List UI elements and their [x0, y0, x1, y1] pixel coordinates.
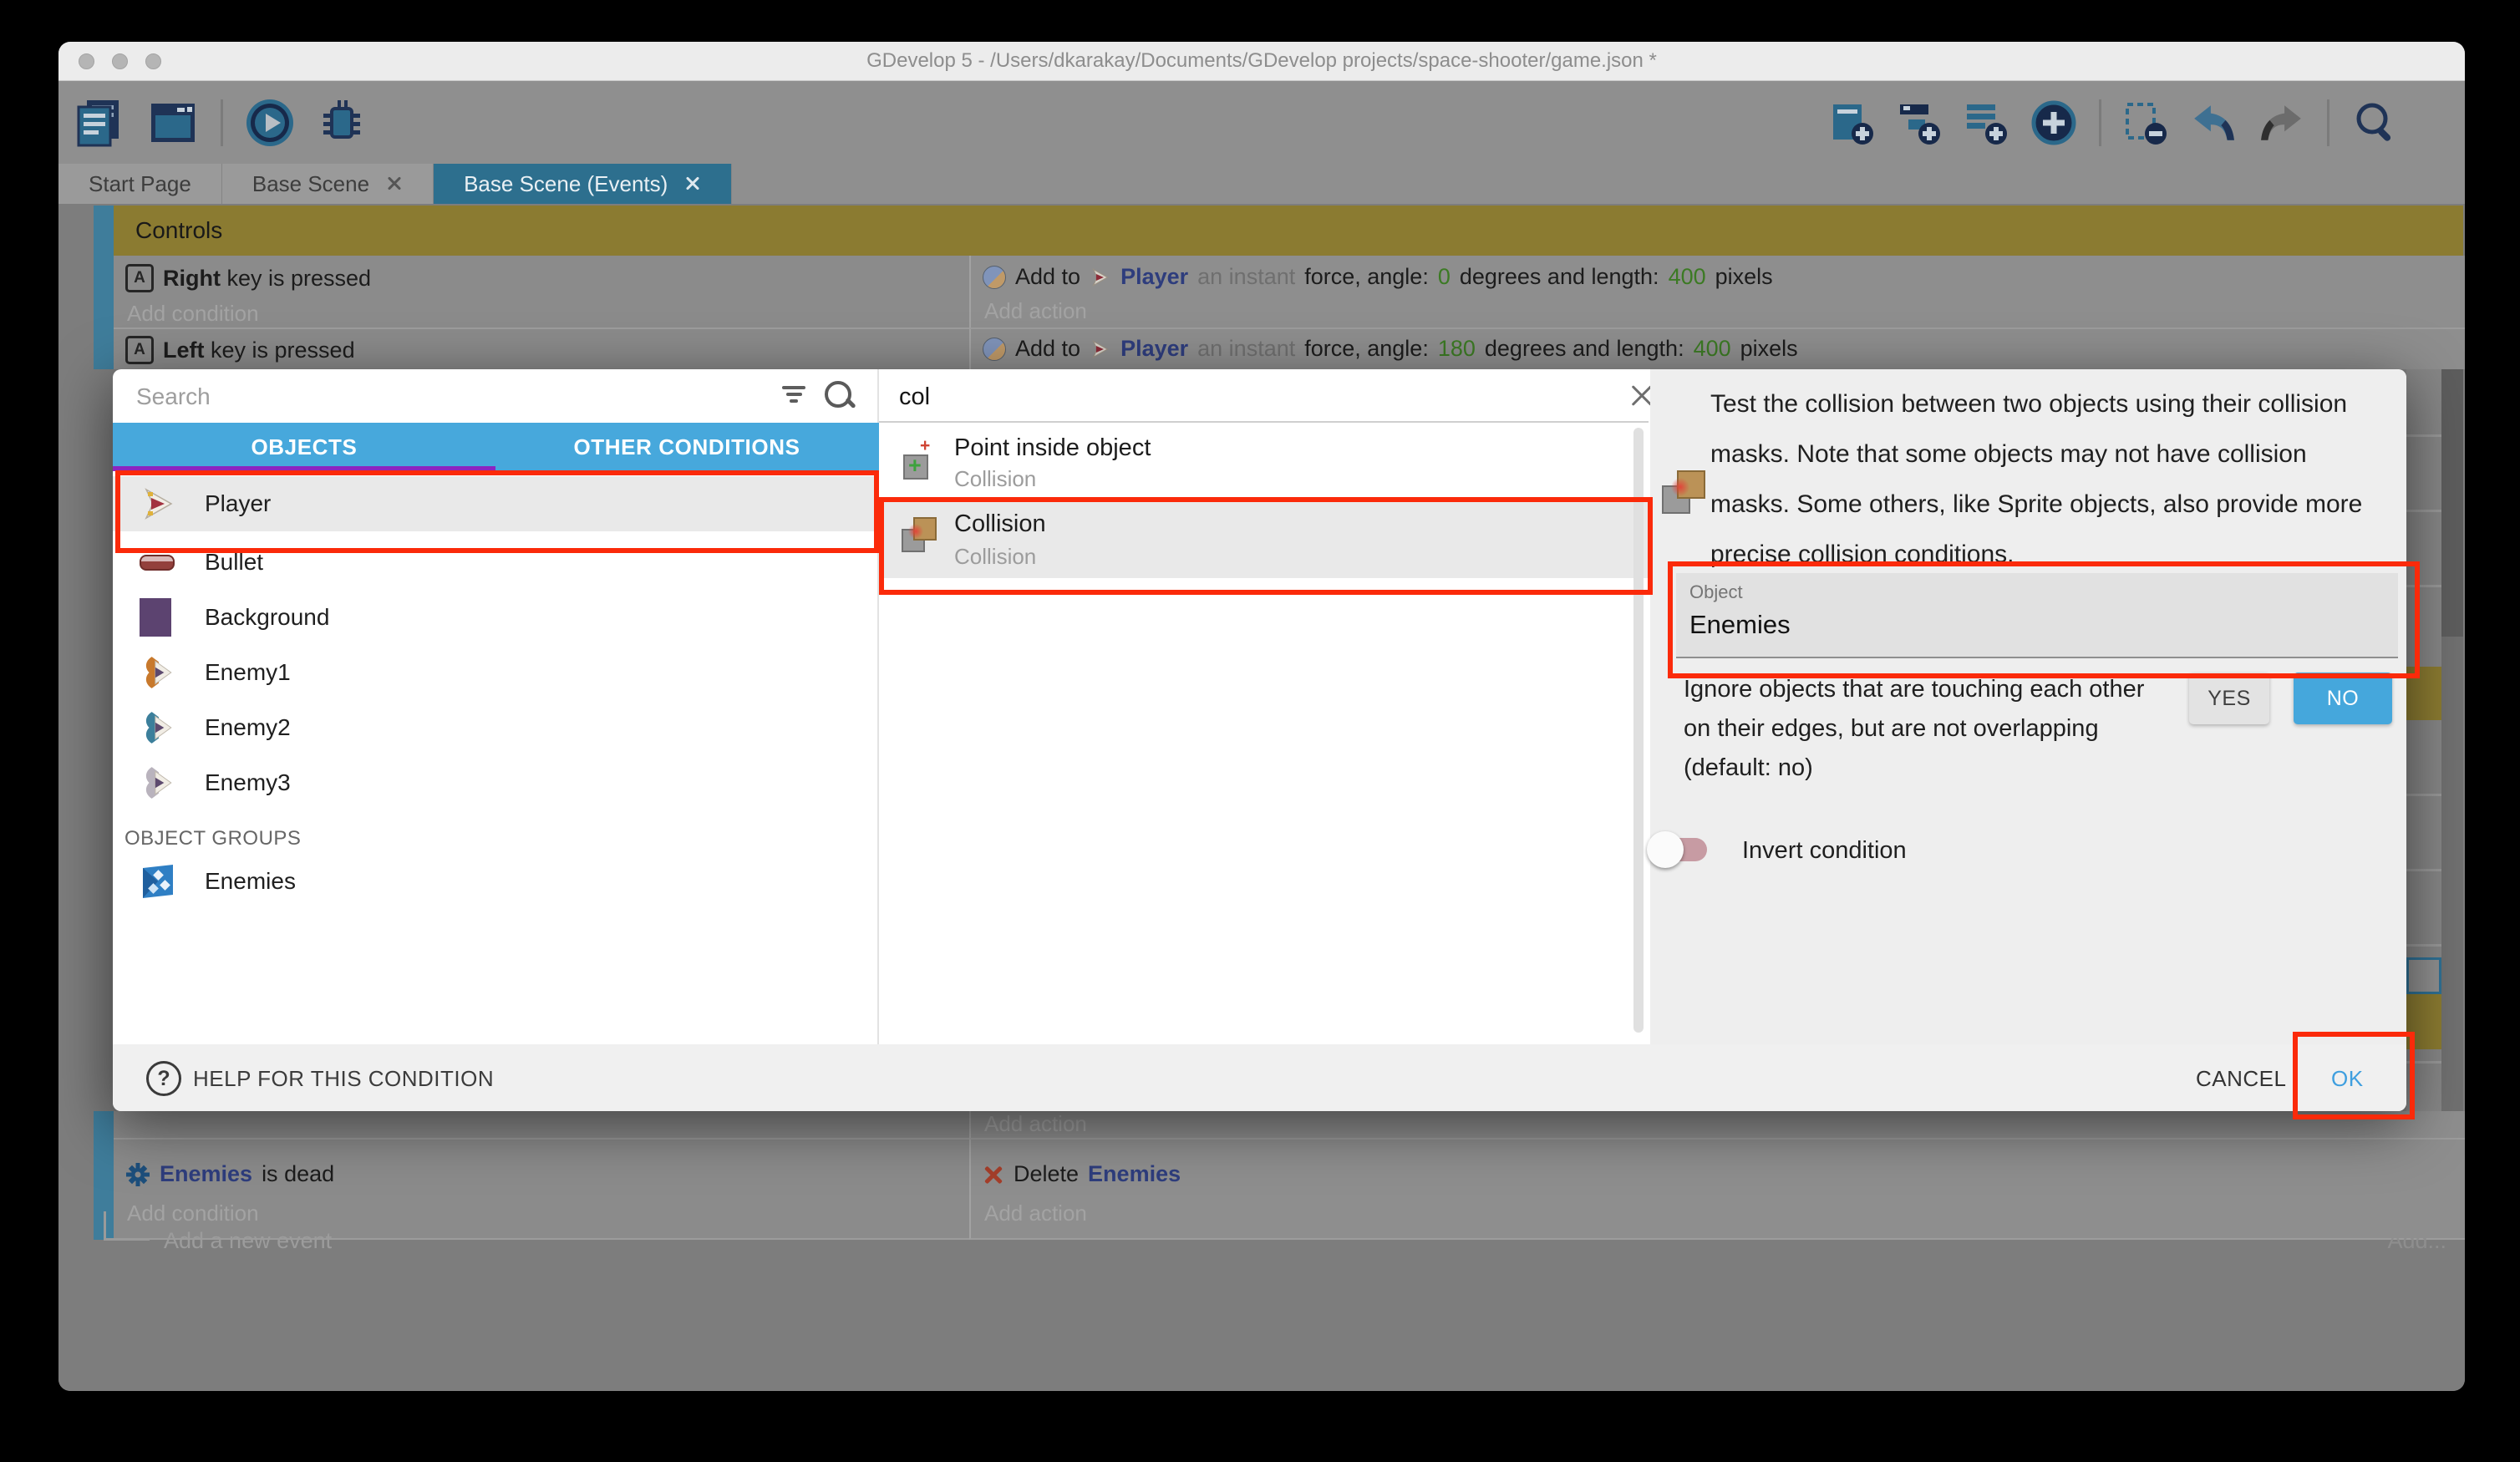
event-drag-handle[interactable] [94, 329, 114, 369]
force-icon [983, 266, 1006, 289]
search-underline [879, 421, 1649, 423]
object-item-background[interactable]: Background [113, 590, 877, 645]
enemy3-icon [140, 764, 176, 801]
condition-search-input[interactable] [897, 378, 1486, 416]
debug-icon[interactable] [317, 99, 365, 147]
event-actions-cell[interactable]: Add to Player an instant force, angle: 0… [969, 256, 2465, 329]
scrollbar-thumb[interactable] [2441, 369, 2463, 637]
undo-icon[interactable] [2190, 102, 2237, 144]
event-conditions-cell[interactable]: A Right key is pressed Add condition [114, 256, 969, 329]
add-subevent-icon[interactable] [1897, 99, 1942, 146]
screenshot-root: GDevelop 5 - /Users/dkarakay/Documents/G… [0, 0, 2520, 1462]
delete-action-icon [983, 1164, 1004, 1185]
object-item-enemy1[interactable]: Enemy1 [113, 645, 877, 700]
dialog-footer: ? HELP FOR THIS CONDITION CANCEL OK [113, 1044, 2406, 1111]
search-input[interactable] [135, 378, 673, 416]
toggle-thumb[interactable] [1647, 831, 1684, 868]
bullet-icon [140, 555, 175, 571]
add-comment-icon[interactable] [1964, 99, 2009, 146]
point-inside-icon: + + [900, 441, 940, 481]
group-item-enemies[interactable]: Enemies [113, 854, 877, 909]
toolbar-separator [2099, 99, 2101, 146]
ignore-touching-text: Ignore objects that are touching each ot… [1684, 670, 2144, 788]
project-manager-icon[interactable] [74, 97, 125, 149]
add-action-link[interactable]: Add action [984, 298, 2465, 324]
event-actions-cell[interactable]: Add action [969, 1111, 2465, 1140]
collision-icon [1660, 467, 1710, 517]
toolbar-separator [2327, 99, 2329, 146]
editor-tabs: Start Page Base Scene Base Scene (Events… [58, 164, 2465, 204]
filter-icon[interactable] [781, 383, 806, 403]
annotation-collision-result [879, 497, 1653, 595]
object-dead-icon [125, 1162, 150, 1187]
search-events-icon[interactable] [2351, 99, 2398, 146]
keyboard-key-icon: A [125, 264, 154, 292]
events-behind-dialog [2406, 369, 2441, 1111]
object-item-enemy2[interactable]: Enemy2 [113, 700, 877, 755]
invert-condition-label: Invert condition [1742, 837, 1907, 865]
annotation-player-row [115, 470, 879, 553]
toolbar-separator [221, 99, 223, 146]
event-conditions-cell[interactable]: Enemies is dead Add condition [114, 1140, 969, 1240]
annotation-ok-button [2293, 1032, 2415, 1119]
scene-editor-icon[interactable] [147, 97, 199, 149]
force-icon [983, 338, 1006, 361]
add-more-link[interactable]: Add... [2387, 1228, 2446, 1254]
add-action-link[interactable]: Add action [984, 1111, 2465, 1137]
enemies-group-icon [140, 863, 176, 900]
tab-start-page[interactable]: Start Page [58, 164, 222, 204]
event-conditions-cell[interactable] [114, 1111, 969, 1140]
titlebar: GDevelop 5 - /Users/dkarakay/Documents/G… [58, 42, 2465, 81]
no-button[interactable]: NO [2294, 673, 2392, 724]
add-action-link[interactable]: Add action [984, 1201, 2465, 1226]
close-tab-icon[interactable] [684, 175, 701, 192]
add-condition-link[interactable]: Add condition [127, 1201, 969, 1226]
player-object-icon [1090, 267, 1111, 288]
tab-base-scene[interactable]: Base Scene [222, 164, 434, 204]
event-group-header[interactable]: Controls [114, 206, 2463, 256]
condition-description: Test the collision between two objects u… [1710, 379, 2391, 580]
keyboard-key-icon: A [125, 336, 154, 364]
add-new-event-link[interactable]: Add a new event [164, 1228, 332, 1254]
player-object-icon [1090, 338, 1111, 360]
add-circle-icon[interactable] [2030, 99, 2077, 146]
preview-play-icon[interactable] [245, 98, 295, 148]
event-drag-handle[interactable] [94, 206, 114, 256]
tab-base-scene-events[interactable]: Base Scene (Events) [434, 164, 732, 204]
enemy1-icon [140, 654, 176, 691]
app-window: GDevelop 5 - /Users/dkarakay/Documents/G… [58, 42, 2465, 1391]
redo-icon[interactable] [2258, 102, 2305, 144]
group-end-bracket [104, 1211, 150, 1241]
enemy2-icon [140, 709, 176, 746]
event-actions-cell[interactable]: Add to Player an instant force, angle: 1… [969, 329, 2465, 369]
add-condition-link[interactable]: Add condition [127, 301, 969, 327]
dialog-tabs: OBJECTS OTHER CONDITIONS [113, 423, 879, 471]
tab-other-conditions[interactable]: OTHER CONDITIONS [495, 423, 878, 471]
close-tab-icon[interactable] [386, 175, 403, 192]
event-drag-handle[interactable] [94, 256, 114, 329]
window-title: GDevelop 5 - /Users/dkarakay/Documents/G… [58, 42, 2465, 80]
event-actions-cell[interactable]: Delete Enemies Add action [969, 1140, 2465, 1240]
main-toolbar [58, 81, 2465, 164]
result-point-inside-object[interactable]: + + Point inside object Collision [879, 428, 1649, 497]
add-event-icon[interactable] [1830, 99, 1875, 146]
tab-objects[interactable]: OBJECTS [113, 423, 495, 471]
cancel-button[interactable]: CANCEL [2196, 1066, 2286, 1092]
group-label: Controls [135, 217, 222, 244]
search-icon[interactable] [825, 381, 851, 408]
events-scrollbar[interactable] [2441, 369, 2463, 1111]
background-icon [140, 598, 171, 637]
annotation-object-field [1668, 561, 2420, 678]
yes-button[interactable]: YES [2189, 673, 2269, 724]
delete-event-icon[interactable] [2123, 99, 2168, 146]
object-item-enemy3[interactable]: Enemy3 [113, 755, 877, 810]
object-groups-header: OBJECT GROUPS [124, 827, 301, 850]
event-drag-handle[interactable] [94, 1111, 114, 1140]
help-link[interactable]: HELP FOR THIS CONDITION [193, 1066, 494, 1092]
help-icon[interactable]: ? [146, 1061, 181, 1096]
event-conditions-cell[interactable]: A Left key is pressed [114, 329, 969, 369]
